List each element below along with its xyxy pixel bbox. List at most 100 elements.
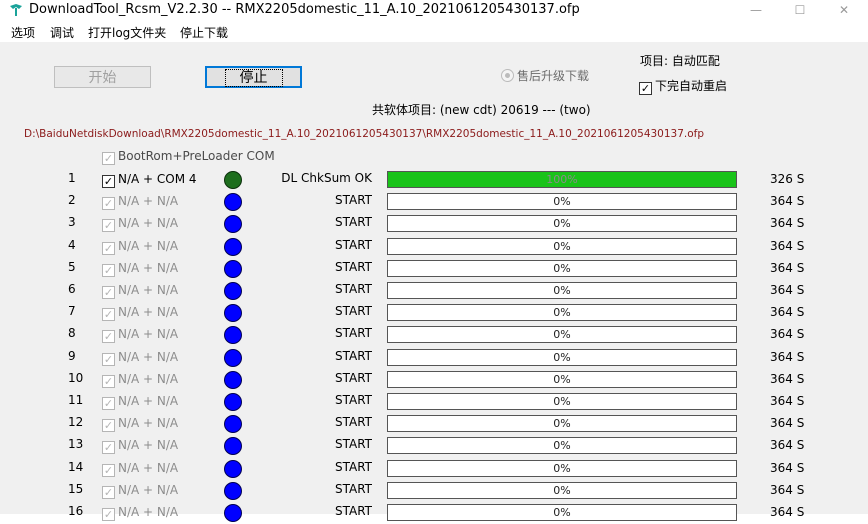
- auto-reboot-checkbox[interactable]: ✓ 下完自动重启: [639, 77, 727, 95]
- device-time: 364 S: [770, 482, 805, 497]
- device-progress-text: 0%: [553, 395, 571, 408]
- device-progress-bar: 0%: [387, 481, 737, 499]
- window-title: DownloadTool_Rcsm_V2.2.30 -- RMX2205dome…: [29, 2, 580, 17]
- close-button[interactable]: ✕: [822, 0, 866, 21]
- device-status-text: START: [334, 504, 372, 518]
- device-time: 364 S: [770, 327, 805, 342]
- device-port-checkbox[interactable]: ✓ N/A + N/A: [102, 394, 178, 410]
- device-index: 9: [68, 348, 76, 363]
- device-status-dot-icon: [224, 415, 242, 434]
- device-check-icon: ✓: [102, 508, 115, 521]
- device-progress-text: 0%: [553, 439, 571, 453]
- device-progress-bar: 0%: [387, 193, 737, 211]
- device-status-dot-icon: [224, 370, 242, 389]
- device-status-dot-icon: [224, 171, 242, 189]
- device-time: 364 S: [770, 305, 805, 320]
- device-check-icon: ✓: [102, 241, 115, 255]
- device-status-text: START: [334, 304, 372, 319]
- device-status-text: START: [334, 193, 372, 208]
- device-check-icon: ✓: [102, 463, 115, 477]
- device-status-dot-icon: [224, 193, 242, 212]
- device-index: 11: [68, 393, 84, 407]
- device-progress-text: 0%: [553, 284, 571, 297]
- auto-reboot-check-icon: ✓: [639, 82, 652, 95]
- device-time: 364 S: [770, 416, 805, 431]
- device-check-icon: ✓: [102, 308, 115, 322]
- device-port-checkbox[interactable]: ✓ N/A + COM 4: [102, 172, 197, 188]
- start-button[interactable]: 开始: [54, 66, 151, 88]
- device-progress-bar: 0%: [387, 459, 737, 477]
- device-row: 1 ✓ N/A + COM 4 DL ChkSum OK 100% 326 S: [6, 169, 868, 191]
- device-progress-text: 0%: [553, 461, 571, 475]
- device-status-dot-icon: [224, 437, 242, 456]
- device-status-dot-icon: [224, 304, 242, 323]
- device-progress-bar: 0%: [387, 370, 737, 388]
- device-port-label: N/A + N/A: [118, 438, 179, 453]
- device-progress-bar: 0%: [387, 259, 737, 277]
- device-port-checkbox[interactable]: ✓ N/A + N/A: [102, 438, 179, 455]
- device-port-checkbox[interactable]: ✓ N/A + N/A: [102, 216, 179, 233]
- device-check-icon: ✓: [102, 263, 115, 277]
- device-check-icon: ✓: [102, 175, 115, 188]
- title-bar: DownloadTool_Rcsm_V2.2.30 -- RMX2205dome…: [0, 0, 868, 21]
- device-index: 3: [68, 215, 76, 230]
- menu-debug[interactable]: 调试: [50, 24, 74, 41]
- device-port-checkbox[interactable]: ✓ N/A + N/A: [102, 194, 179, 211]
- app-logo-icon: [10, 4, 22, 16]
- device-port-checkbox[interactable]: ✓ N/A + N/A: [102, 372, 178, 388]
- device-index: 14: [68, 459, 84, 474]
- device-progress-bar: 0%: [387, 304, 737, 322]
- device-port-checkbox[interactable]: ✓ N/A + N/A: [102, 327, 178, 344]
- device-port-checkbox[interactable]: ✓ N/A + N/A: [102, 416, 179, 433]
- device-port-checkbox[interactable]: ✓ N/A + N/A: [102, 505, 178, 521]
- device-time: 364 S: [770, 438, 805, 453]
- device-progress-text: 0%: [553, 239, 571, 253]
- device-port-checkbox[interactable]: ✓ N/A + N/A: [102, 283, 178, 299]
- maximize-button[interactable]: ☐: [778, 0, 822, 21]
- device-time: 326 S: [770, 172, 805, 186]
- device-status-dot-icon: [224, 215, 242, 234]
- device-time: 364 S: [770, 394, 805, 408]
- device-row: 14 ✓ N/A + N/A START 0% 364 S: [6, 458, 868, 480]
- device-progress-bar: 0%: [387, 415, 737, 433]
- bootrom-checkbox[interactable]: ✓ BootRom+PreLoader COM: [102, 149, 275, 165]
- menu-stop-download[interactable]: 停止下载: [180, 24, 228, 41]
- device-status-text: START: [334, 326, 372, 341]
- device-port-checkbox[interactable]: ✓ N/A + N/A: [102, 483, 178, 499]
- device-progress-text: 0%: [553, 328, 571, 342]
- device-index: 8: [68, 326, 76, 341]
- device-index: 15: [68, 481, 84, 496]
- after-sales-upgrade-radio[interactable]: 售后升级下载: [501, 67, 589, 84]
- device-status-dot-icon: [224, 282, 242, 300]
- device-progress-bar: 0%: [387, 437, 737, 455]
- stop-button[interactable]: 停止: [205, 66, 302, 88]
- device-port-label: N/A + COM 4: [118, 172, 197, 186]
- device-port-checkbox[interactable]: ✓ N/A + N/A: [102, 261, 178, 277]
- menu-open-log-folder[interactable]: 打开log文件夹: [88, 24, 166, 41]
- device-index: 16: [68, 504, 84, 518]
- device-progress-text: 0%: [553, 483, 571, 497]
- device-row: 3 ✓ N/A + N/A START 0% 364 S: [6, 213, 868, 235]
- device-port-checkbox[interactable]: ✓ N/A + N/A: [102, 350, 178, 366]
- minimize-icon: —: [750, 3, 762, 17]
- device-status-text: START: [334, 348, 372, 363]
- device-status-dot-icon: [224, 348, 242, 367]
- minimize-button[interactable]: —: [734, 0, 778, 21]
- device-status-dot-icon: [224, 481, 242, 500]
- device-port-label: N/A + N/A: [118, 216, 179, 231]
- device-progress-bar: 100%: [387, 171, 737, 188]
- device-port-label: N/A + N/A: [118, 194, 179, 209]
- device-progress-text: 100%: [546, 173, 578, 186]
- device-progress-text: 0%: [553, 195, 571, 209]
- device-port-checkbox[interactable]: ✓ N/A + N/A: [102, 239, 178, 255]
- menu-options[interactable]: 选项: [11, 24, 35, 41]
- device-port-checkbox[interactable]: ✓ N/A + N/A: [102, 305, 179, 322]
- device-port-checkbox[interactable]: ✓ N/A + N/A: [102, 461, 178, 477]
- device-progress-bar: 0%: [387, 282, 737, 299]
- device-progress-text: 0%: [553, 261, 571, 275]
- device-progress-text: 0%: [553, 350, 571, 364]
- device-port-label: N/A + N/A: [118, 416, 179, 431]
- device-index: 13: [68, 437, 84, 452]
- device-row: 2 ✓ N/A + N/A START 0% 364 S: [6, 191, 868, 213]
- device-port-label: N/A + N/A: [118, 305, 179, 320]
